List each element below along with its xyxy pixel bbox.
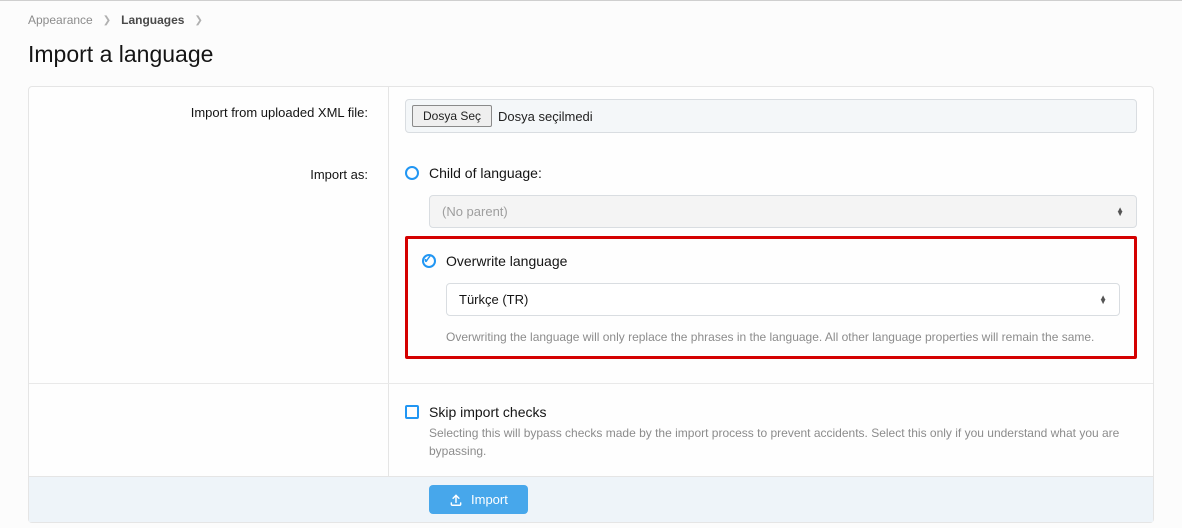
select-overwrite-language-value: Türkçe (TR) [459,292,528,307]
chevron-right-icon: ❯ [194,15,202,26]
caret-updown-icon: ▲▼ [1116,208,1124,216]
import-button[interactable]: Import [429,485,528,514]
page-title: Import a language [28,41,1154,68]
skip-hint: Selecting this will bypass checks made b… [429,424,1137,460]
breadcrumb-parent[interactable]: Appearance [28,13,93,27]
import-button-label: Import [471,492,508,507]
label-import-as: Import as: [29,145,389,383]
overwrite-hint: Overwriting the language will only repla… [446,328,1120,346]
file-input[interactable]: Dosya Seç Dosya seçilmedi [405,99,1137,133]
radio-child-language-label: Child of language: [429,165,542,181]
select-parent-language-value: (No parent) [442,204,508,219]
highlight-overwrite: Overwrite language Türkçe (TR) ▲▼ Overwr… [405,236,1137,359]
checkbox-skip-import-checks[interactable] [405,405,419,419]
breadcrumb: Appearance ❯ Languages ❯ [28,13,1154,27]
select-parent-language[interactable]: (No parent) ▲▼ [429,195,1137,228]
select-overwrite-language[interactable]: Türkçe (TR) ▲▼ [446,283,1120,316]
radio-overwrite-language-label: Overwrite language [446,253,567,269]
caret-updown-icon: ▲▼ [1099,296,1107,304]
radio-child-language[interactable] [405,166,419,180]
radio-overwrite-language[interactable] [422,254,436,268]
file-choose-button[interactable]: Dosya Seç [412,105,492,127]
upload-icon [449,493,463,507]
file-status-text: Dosya seçilmedi [498,109,593,124]
checkbox-skip-import-checks-label: Skip import checks [429,404,1137,420]
breadcrumb-current[interactable]: Languages [121,13,184,27]
chevron-right-icon: ❯ [103,15,111,26]
label-import-file: Import from uploaded XML file: [29,87,389,145]
